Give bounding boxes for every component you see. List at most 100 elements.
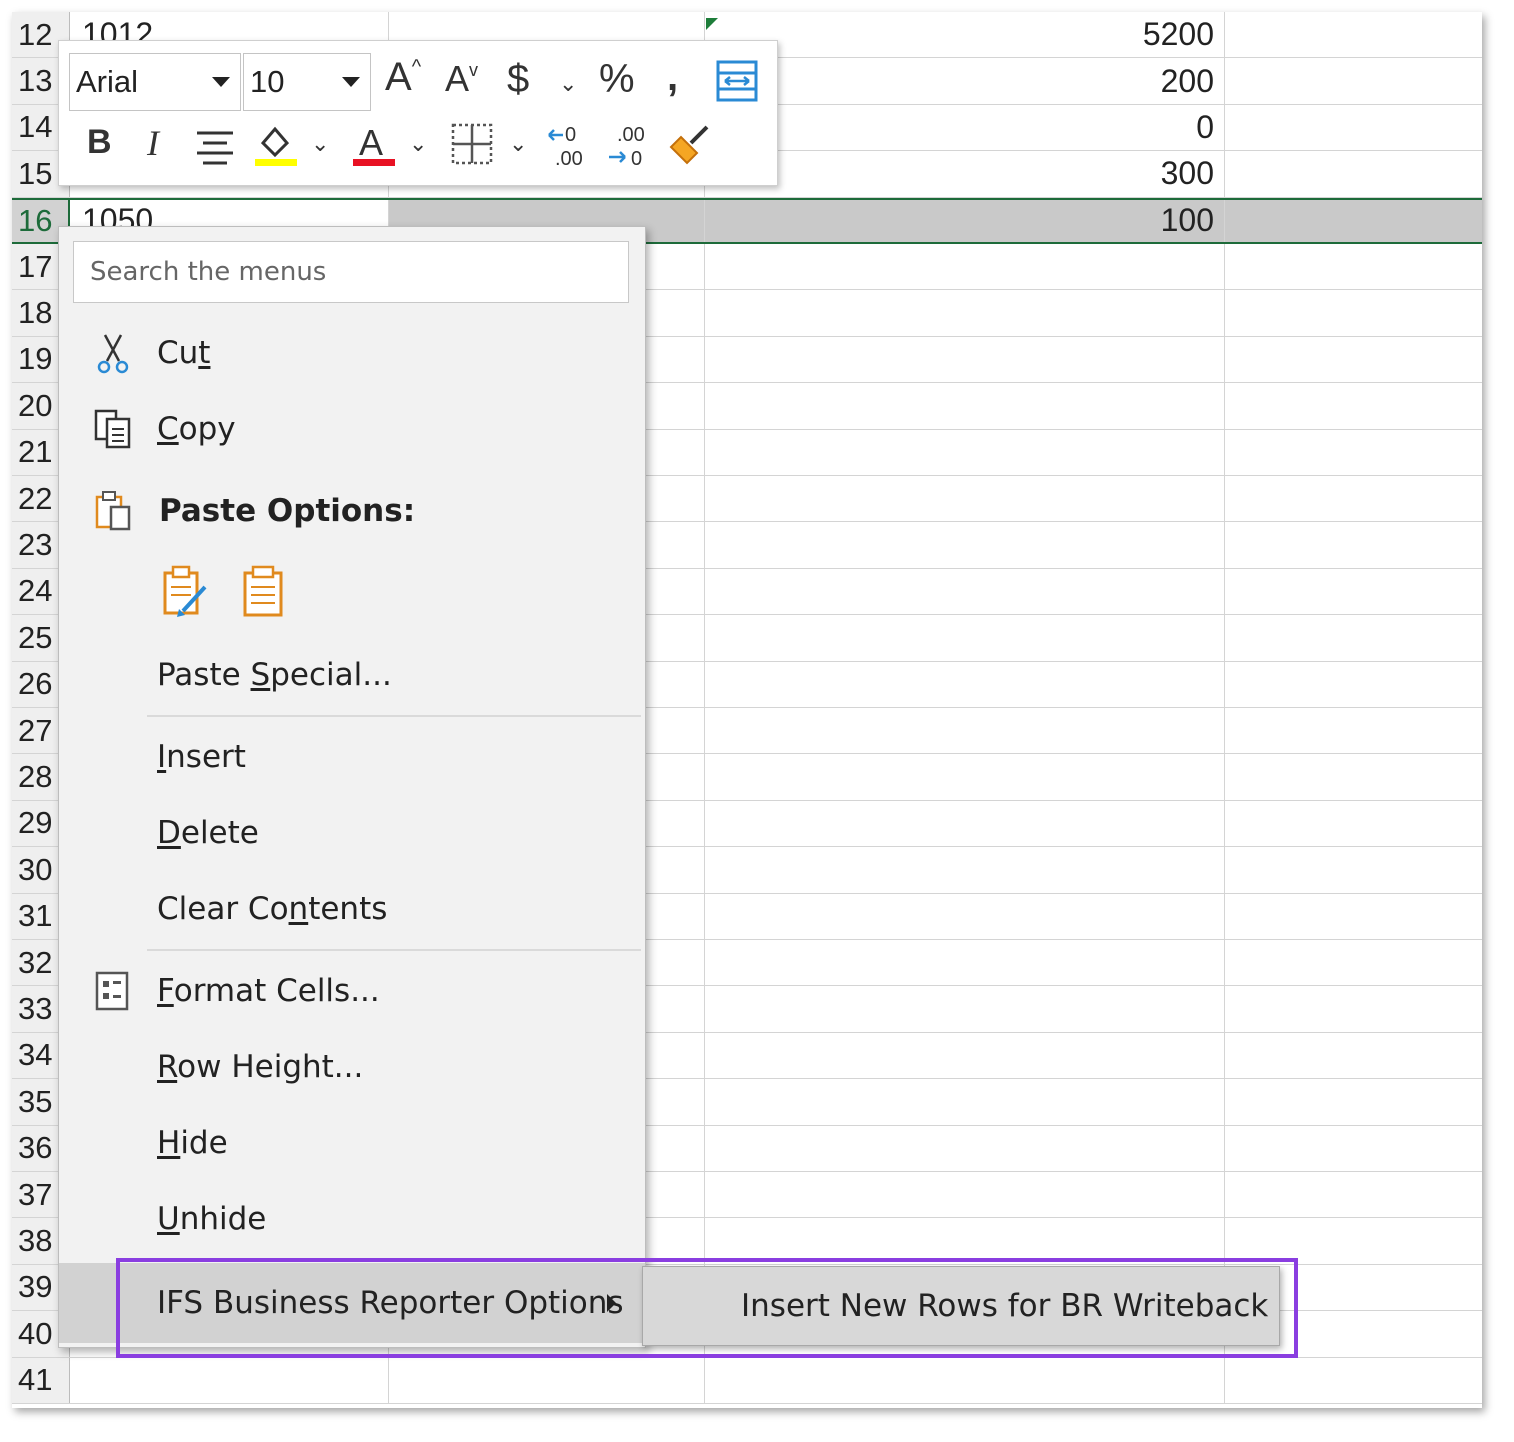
cell-column-c[interactable] [706, 847, 1218, 892]
cell-column-c[interactable] [706, 476, 1218, 521]
font-name-value: Arial [76, 64, 139, 99]
font-color-icon[interactable]: A [351, 121, 397, 167]
comma-style-icon[interactable]: , [667, 57, 678, 97]
column-gridline [704, 244, 705, 290]
copy-icon [94, 409, 131, 449]
font-size-box[interactable]: 10 [243, 53, 371, 111]
svg-text:0: 0 [565, 124, 576, 146]
increase-font-icon[interactable]: A^ [385, 57, 421, 97]
menu-item-paste-options: Paste Options: [59, 481, 645, 541]
menu-item-paste-special[interactable]: Paste Special... [59, 645, 645, 705]
cell-column-c[interactable] [706, 1079, 1218, 1124]
menu-item-cut[interactable]: Cut [59, 323, 645, 383]
menu-item-hide[interactable]: Hide [59, 1113, 645, 1173]
cell-column-c[interactable]: 300 [706, 151, 1218, 196]
chevron-down-icon[interactable]: ⌄ [509, 133, 527, 155]
cell-column-c[interactable] [706, 801, 1218, 846]
unhide-label: Unhide [157, 1201, 267, 1237]
cell-column-c[interactable] [706, 894, 1218, 939]
cell-column-c[interactable] [706, 1033, 1218, 1078]
column-gridline [704, 336, 705, 383]
currency-icon[interactable]: $ [507, 59, 529, 99]
column-gridline [704, 800, 705, 847]
font-name-box[interactable]: Arial [69, 53, 241, 111]
row-height-label: Row Height... [157, 1049, 364, 1085]
paste-formatting-icon[interactable] [161, 565, 211, 619]
column-gridline [1224, 708, 1225, 754]
column-gridline [1224, 1357, 1225, 1403]
cell-column-c[interactable] [706, 986, 1218, 1031]
cell-column-c[interactable] [706, 940, 1218, 985]
column-gridline [1224, 429, 1225, 475]
column-gridline [704, 615, 705, 661]
decrease-font-icon[interactable]: Av [445, 61, 478, 97]
column-gridline [1224, 754, 1225, 800]
cell-column-c[interactable] [706, 615, 1218, 660]
cell-column-c[interactable] [706, 1172, 1218, 1217]
column-gridline [704, 476, 705, 522]
menu-item-row-height[interactable]: Row Height... [59, 1037, 645, 1097]
increase-decimal-icon[interactable]: 0 .00 [547, 121, 595, 169]
cell-column-c[interactable]: 0 [706, 105, 1218, 150]
cell-column-c[interactable] [706, 244, 1218, 289]
cell-column-c[interactable] [706, 569, 1218, 614]
column-gridline [1224, 1079, 1225, 1125]
cell-column-c[interactable] [706, 337, 1218, 382]
cell-column-c[interactable] [706, 430, 1218, 475]
cell-column-c[interactable]: 100 [706, 200, 1218, 242]
fill-color-icon[interactable] [253, 121, 299, 167]
cell-column-c[interactable] [706, 522, 1218, 567]
svg-text:.00: .00 [555, 148, 583, 169]
column-gridline [1224, 615, 1225, 661]
merge-center-icon[interactable] [715, 59, 759, 103]
context-menu: Search the menus Cut Copy Paste Options: [58, 226, 646, 1348]
percent-icon[interactable]: % [599, 59, 635, 99]
chevron-down-icon[interactable]: ⌄ [409, 133, 427, 155]
font-size-value: 10 [250, 64, 285, 99]
paste-values-icon[interactable] [241, 565, 287, 619]
column-gridline [1224, 800, 1225, 847]
menu-item-delete[interactable]: Delete [59, 803, 645, 863]
row-header[interactable]: 41 [12, 1357, 70, 1403]
cell-column-c[interactable] [706, 1126, 1218, 1171]
column-gridline [1224, 522, 1225, 568]
chevron-down-icon[interactable] [212, 77, 230, 87]
column-gridline [1224, 244, 1225, 290]
cell-column-c[interactable]: 200 [706, 58, 1218, 103]
cell-column-c[interactable] [706, 383, 1218, 428]
menu-item-unhide[interactable]: Unhide [59, 1189, 645, 1249]
format-painter-icon[interactable] [667, 121, 715, 169]
column-gridline [704, 754, 705, 800]
chevron-down-icon[interactable]: ⌄ [311, 133, 329, 155]
borders-icon[interactable] [451, 123, 493, 165]
cell-column-c[interactable] [706, 1358, 1218, 1403]
cell-column-c[interactable] [706, 662, 1218, 707]
chevron-down-icon[interactable]: ⌄ [559, 73, 577, 95]
column-gridline [1224, 290, 1225, 336]
search-menus-input[interactable]: Search the menus [73, 241, 629, 303]
table-row[interactable]: 41 [12, 1357, 1482, 1404]
column-gridline [1224, 1218, 1225, 1264]
menu-item-format-cells[interactable]: Format Cells... [59, 961, 645, 1021]
bold-icon[interactable]: B [87, 125, 112, 159]
format-cells-label: Format Cells... [157, 973, 380, 1009]
paste-options-label: Paste Options: [159, 493, 416, 529]
svg-text:.00: .00 [617, 124, 645, 146]
cell-column-c[interactable] [706, 290, 1218, 335]
cell-column-c[interactable]: 5200 [706, 12, 1218, 57]
column-gridline [704, 940, 705, 986]
cell-column-c[interactable] [706, 1218, 1218, 1263]
cell-column-a[interactable] [74, 1358, 390, 1403]
menu-item-copy[interactable]: Copy [59, 399, 645, 459]
italic-icon[interactable]: I [147, 125, 159, 161]
menu-item-insert[interactable]: Insert [59, 727, 645, 787]
chevron-down-icon[interactable] [342, 77, 360, 87]
column-gridline [704, 708, 705, 754]
cell-column-c[interactable] [706, 708, 1218, 753]
column-gridline [1224, 12, 1225, 58]
align-center-icon[interactable] [195, 127, 235, 167]
menu-item-clear-contents[interactable]: Clear Contents [59, 879, 645, 939]
column-gridline [1224, 661, 1225, 707]
decrease-decimal-icon[interactable]: .00 0 [605, 121, 653, 169]
cell-column-c[interactable] [706, 754, 1218, 799]
